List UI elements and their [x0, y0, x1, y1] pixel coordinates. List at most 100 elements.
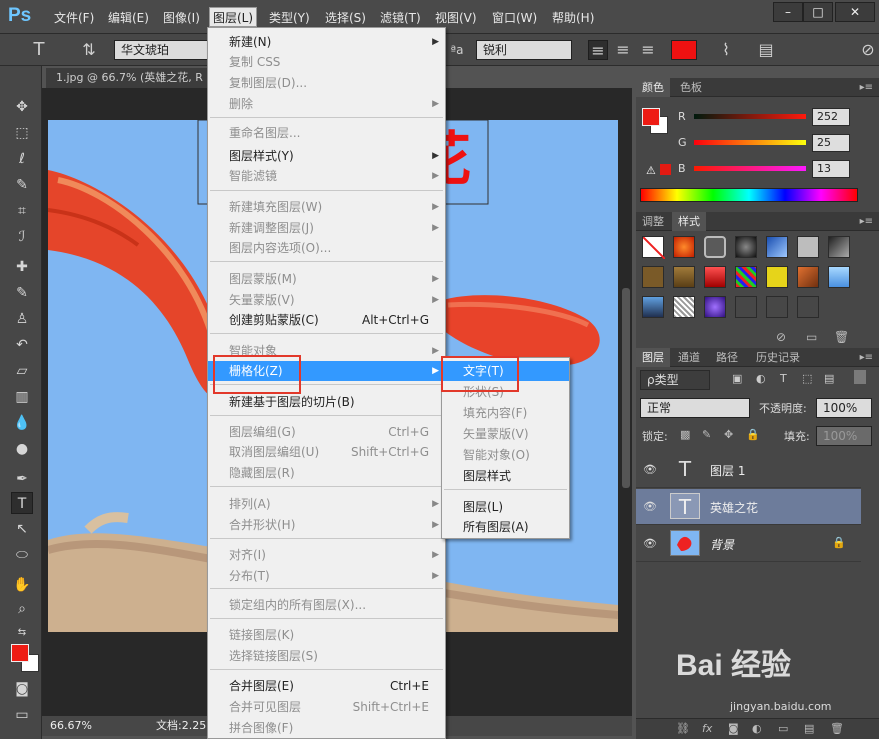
- visibility-eye-icon[interactable]: 👁: [642, 499, 658, 515]
- doc-info[interactable]: 文档:2.25: [156, 716, 206, 736]
- text-orientation-icon[interactable]: ⇅: [76, 40, 102, 60]
- close-button[interactable]: ✕: [835, 2, 875, 22]
- antialias-select[interactable]: 锐利: [476, 40, 572, 60]
- warp-text-icon[interactable]: ⌇: [716, 40, 736, 60]
- submenu-item-smart-object[interactable]: 智能对象(O): [442, 445, 569, 465]
- marquee-tool-icon[interactable]: ⬚: [11, 122, 33, 144]
- style-swatch[interactable]: [673, 296, 695, 318]
- color-fg-swatch[interactable]: [642, 108, 660, 126]
- style-swatch[interactable]: [797, 266, 819, 288]
- menu-item-layer-mask[interactable]: 图层蒙版(M) ▶: [208, 269, 445, 289]
- menu-help[interactable]: 帮助(H): [549, 8, 597, 28]
- shape-tool-icon[interactable]: ⬭: [11, 544, 33, 566]
- dodge-tool-icon[interactable]: ●: [11, 438, 33, 460]
- delete-style-icon[interactable]: 🗑: [834, 330, 849, 344]
- pen-tool-icon[interactable]: ✒: [11, 468, 33, 490]
- submenu-item-fill-content[interactable]: 填充内容(F): [442, 403, 569, 423]
- menu-window[interactable]: 窗口(W): [489, 8, 540, 28]
- clear-style-icon[interactable]: ⊘: [776, 330, 786, 344]
- type-tool-icon[interactable]: T: [26, 40, 52, 60]
- menu-item-vector-mask[interactable]: 矢量蒙版(V) ▶: [208, 290, 445, 310]
- submenu-item-layer[interactable]: 图层(L): [442, 497, 569, 517]
- menu-item-lock-all-layers[interactable]: 锁定组内的所有图层(X)...: [208, 595, 445, 615]
- menu-item-new[interactable]: 新建(N) ▶: [208, 32, 445, 52]
- menu-item-new-adjustment-layer[interactable]: 新建调整图层(J) ▶: [208, 218, 445, 238]
- crop-tool-icon[interactable]: ⌗: [11, 200, 33, 222]
- zoom-tool-icon[interactable]: ⌕: [11, 598, 33, 620]
- menu-item-merge-visible[interactable]: 合并可见图层 Shift+Ctrl+E: [208, 697, 445, 717]
- gamut-warning-icon[interactable]: ⚠: [646, 164, 656, 177]
- tab-history[interactable]: 历史记录: [750, 348, 806, 367]
- maximize-button[interactable]: □: [803, 2, 833, 22]
- lock-all-icon[interactable]: 🔒: [746, 428, 760, 441]
- foreground-color-swatch[interactable]: [11, 644, 29, 662]
- style-swatch[interactable]: [704, 266, 726, 288]
- menu-item-align[interactable]: 对齐(I) ▶: [208, 545, 445, 565]
- blend-mode-select[interactable]: 正常: [640, 398, 750, 418]
- document-tab[interactable]: 1.jpg @ 66.7% (英雄之花, R: [46, 68, 216, 88]
- filter-shape-icon[interactable]: ⬚: [802, 372, 812, 385]
- layer-name[interactable]: 英雄之花: [710, 499, 758, 516]
- align-center-icon[interactable]: ≡: [613, 40, 633, 60]
- panel-menu-icon[interactable]: ▸≡: [860, 212, 873, 231]
- filter-toggle[interactable]: [854, 370, 866, 384]
- tab-adjustments[interactable]: 调整: [636, 212, 670, 231]
- menu-item-group-layers[interactable]: 图层编组(G) Ctrl+G: [208, 422, 445, 442]
- style-swatch[interactable]: [828, 266, 850, 288]
- style-swatch[interactable]: [642, 296, 664, 318]
- style-swatch[interactable]: [704, 296, 726, 318]
- style-swatch[interactable]: [642, 236, 666, 260]
- lock-position-icon[interactable]: ✥: [724, 428, 733, 441]
- history-brush-tool-icon[interactable]: ↶: [11, 334, 33, 356]
- menu-item-ungroup-layers[interactable]: 取消图层编组(U) Shift+Ctrl+G: [208, 442, 445, 462]
- menu-item-flatten-image[interactable]: 拼合图像(F): [208, 718, 445, 738]
- menu-item-distribute[interactable]: 分布(T) ▶: [208, 566, 445, 586]
- fill-input[interactable]: 100%: [816, 426, 872, 446]
- filter-smart-icon[interactable]: ▤: [824, 372, 834, 385]
- layer-row[interactable]: 👁 背景 🔒: [636, 526, 861, 562]
- menu-filter[interactable]: 滤镜(T): [377, 8, 424, 28]
- menu-item-hide-layers[interactable]: 隐藏图层(R): [208, 463, 445, 483]
- lasso-tool-icon[interactable]: ℓ: [11, 148, 33, 170]
- style-swatch[interactable]: [704, 236, 726, 258]
- color-spectrum-bar[interactable]: [640, 188, 858, 202]
- g-slider[interactable]: [694, 140, 806, 145]
- menu-item-link-layers[interactable]: 链接图层(K): [208, 625, 445, 645]
- path-select-tool-icon[interactable]: ↖: [11, 518, 33, 540]
- menu-item-new-fill-layer[interactable]: 新建填充图层(W) ▶: [208, 197, 445, 217]
- eyedropper-tool-icon[interactable]: ℐ: [11, 226, 33, 248]
- menu-select[interactable]: 选择(S): [322, 8, 369, 28]
- font-family-select[interactable]: 华文琥珀: [114, 40, 214, 60]
- tab-swatches[interactable]: 色板: [674, 78, 708, 97]
- brush-tool-icon[interactable]: ✎: [11, 282, 33, 304]
- add-mask-icon[interactable]: ◙: [728, 722, 739, 735]
- style-swatch[interactable]: [766, 296, 788, 318]
- text-color-swatch[interactable]: [671, 40, 697, 60]
- stamp-tool-icon[interactable]: ♙: [11, 308, 33, 330]
- r-value[interactable]: 252: [812, 108, 850, 126]
- menu-view[interactable]: 视图(V): [432, 8, 480, 28]
- gradient-tool-icon[interactable]: ▥: [11, 386, 33, 408]
- tab-layers[interactable]: 图层: [636, 348, 670, 367]
- gamut-color-swatch[interactable]: [660, 164, 671, 175]
- hand-tool-icon[interactable]: ✋: [11, 574, 33, 596]
- opacity-input[interactable]: 100%: [816, 398, 872, 418]
- menu-item-merge-layers[interactable]: 合并图层(E) Ctrl+E: [208, 676, 445, 696]
- style-swatch[interactable]: [735, 296, 757, 318]
- menu-layer[interactable]: 图层(L): [209, 7, 258, 27]
- new-group-icon[interactable]: ▭: [778, 722, 788, 735]
- style-swatch[interactable]: [766, 236, 788, 258]
- b-slider[interactable]: [694, 166, 806, 171]
- align-left-icon[interactable]: ≡: [588, 40, 608, 60]
- tab-color[interactable]: 颜色: [636, 78, 670, 97]
- lock-pixels-icon[interactable]: ▩: [680, 428, 690, 441]
- style-swatch[interactable]: [735, 266, 757, 288]
- menu-item-layer-content-options[interactable]: 图层内容选项(O)...: [208, 238, 445, 258]
- menu-item-duplicate-layer[interactable]: 复制图层(D)...: [208, 73, 445, 93]
- style-swatch[interactable]: [642, 266, 664, 288]
- move-tool-icon[interactable]: ✥: [11, 96, 33, 118]
- align-right-icon[interactable]: ≡: [638, 40, 658, 60]
- zoom-level[interactable]: 66.67%: [50, 716, 92, 736]
- menu-type[interactable]: 类型(Y): [266, 8, 313, 28]
- tab-channels[interactable]: 通道: [672, 348, 706, 367]
